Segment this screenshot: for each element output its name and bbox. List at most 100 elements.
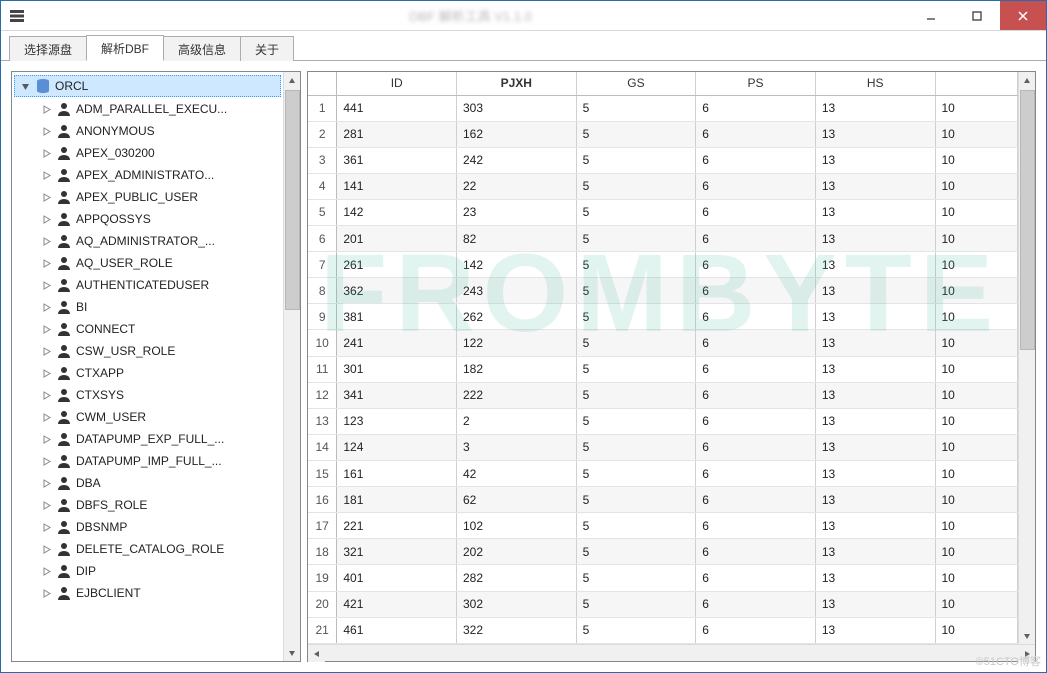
scroll-up-icon[interactable]: [1019, 72, 1035, 89]
cell[interactable]: 6: [696, 278, 816, 304]
cell[interactable]: 13: [815, 513, 935, 539]
chevron-right-icon[interactable]: [40, 169, 52, 181]
column-header[interactable]: ID: [337, 72, 457, 95]
cell[interactable]: 6: [696, 591, 816, 617]
chevron-right-icon[interactable]: [40, 301, 52, 313]
cell[interactable]: 302: [457, 591, 577, 617]
cell[interactable]: 6: [696, 173, 816, 199]
cell[interactable]: 10: [935, 382, 1018, 408]
cell[interactable]: 6: [696, 617, 816, 643]
cell[interactable]: 6: [696, 382, 816, 408]
chevron-right-icon[interactable]: [40, 499, 52, 511]
tree-vertical-scrollbar[interactable]: [283, 72, 300, 661]
cell[interactable]: 10: [935, 252, 1018, 278]
tree-item[interactable]: CONNECT: [12, 318, 283, 340]
cell[interactable]: 6: [696, 330, 816, 356]
cell[interactable]: 5: [576, 461, 696, 487]
scroll-down-icon[interactable]: [1019, 627, 1035, 644]
cell[interactable]: 5: [576, 226, 696, 252]
cell[interactable]: 6: [696, 121, 816, 147]
cell[interactable]: 42: [457, 461, 577, 487]
table-row[interactable]: 19401282561310: [308, 565, 1018, 591]
cell[interactable]: 6: [696, 434, 816, 460]
column-header[interactable]: HS: [815, 72, 935, 95]
cell[interactable]: 243: [457, 278, 577, 304]
cell[interactable]: 241: [337, 330, 457, 356]
data-grid[interactable]: IDPJXHGSPSHS1441303561310228116256131033…: [308, 72, 1018, 644]
cell[interactable]: 6: [696, 356, 816, 382]
tree-item[interactable]: CWM_USER: [12, 406, 283, 428]
cell[interactable]: 3: [457, 434, 577, 460]
table-row[interactable]: 12341222561310: [308, 382, 1018, 408]
cell[interactable]: 301: [337, 356, 457, 382]
table-row[interactable]: 2281162561310: [308, 121, 1018, 147]
cell[interactable]: 62: [457, 487, 577, 513]
tree-item[interactable]: AQ_USER_ROLE: [12, 252, 283, 274]
cell[interactable]: 5: [576, 513, 696, 539]
cell[interactable]: 122: [457, 330, 577, 356]
cell[interactable]: 5: [576, 539, 696, 565]
table-row[interactable]: 620182561310: [308, 226, 1018, 252]
table-row[interactable]: 1516142561310: [308, 461, 1018, 487]
chevron-right-icon[interactable]: [40, 433, 52, 445]
cell[interactable]: 10: [935, 617, 1018, 643]
cell[interactable]: 201: [337, 226, 457, 252]
cell[interactable]: 10: [935, 278, 1018, 304]
chevron-right-icon[interactable]: [40, 367, 52, 379]
cell[interactable]: 5: [576, 356, 696, 382]
table-row[interactable]: 414122561310: [308, 173, 1018, 199]
table-row[interactable]: 141243561310: [308, 434, 1018, 460]
tree-item[interactable]: DIP: [12, 560, 283, 582]
scroll-up-icon[interactable]: [284, 72, 300, 89]
cell[interactable]: 282: [457, 565, 577, 591]
cell[interactable]: 13: [815, 591, 935, 617]
cell[interactable]: 5: [576, 617, 696, 643]
chevron-right-icon[interactable]: [40, 389, 52, 401]
cell[interactable]: 10: [935, 121, 1018, 147]
cell[interactable]: 13: [815, 226, 935, 252]
cell[interactable]: 10: [935, 408, 1018, 434]
cell[interactable]: 5: [576, 565, 696, 591]
cell[interactable]: 5: [576, 591, 696, 617]
tab-0[interactable]: 选择源盘: [9, 36, 87, 61]
cell[interactable]: 13: [815, 434, 935, 460]
column-header[interactable]: PJXH: [457, 72, 577, 95]
cell[interactable]: 10: [935, 199, 1018, 225]
schema-tree[interactable]: ORCLADM_PARALLEL_EXECU...ANONYMOUSAPEX_0…: [12, 72, 283, 661]
cell[interactable]: 161: [337, 461, 457, 487]
cell[interactable]: 13: [815, 617, 935, 643]
chevron-right-icon[interactable]: [40, 235, 52, 247]
column-header[interactable]: PS: [696, 72, 816, 95]
tab-1[interactable]: 解析DBF: [86, 35, 164, 61]
cell[interactable]: 5: [576, 330, 696, 356]
chevron-right-icon[interactable]: [40, 103, 52, 115]
cell[interactable]: 322: [457, 617, 577, 643]
cell[interactable]: 13: [815, 539, 935, 565]
chevron-right-icon[interactable]: [40, 587, 52, 599]
cell[interactable]: 142: [457, 252, 577, 278]
scroll-thumb[interactable]: [1020, 90, 1035, 350]
table-row[interactable]: 21461322561310: [308, 617, 1018, 643]
cell[interactable]: 13: [815, 147, 935, 173]
tree-item[interactable]: DBSNMP: [12, 516, 283, 538]
titlebar[interactable]: DBF 解析工具 V1.1.0: [1, 1, 1046, 31]
cell[interactable]: 5: [576, 408, 696, 434]
table-row[interactable]: 1441303561310: [308, 95, 1018, 121]
tree-item[interactable]: APEX_030200: [12, 142, 283, 164]
cell[interactable]: 10: [935, 356, 1018, 382]
cell[interactable]: 13: [815, 356, 935, 382]
cell[interactable]: 421: [337, 591, 457, 617]
cell[interactable]: 10: [935, 513, 1018, 539]
chevron-right-icon[interactable]: [40, 279, 52, 291]
cell[interactable]: 6: [696, 461, 816, 487]
cell[interactable]: 10: [935, 95, 1018, 121]
table-row[interactable]: 10241122561310: [308, 330, 1018, 356]
cell[interactable]: 10: [935, 147, 1018, 173]
table-row[interactable]: 1618162561310: [308, 487, 1018, 513]
cell[interactable]: 13: [815, 304, 935, 330]
cell[interactable]: 5: [576, 147, 696, 173]
scroll-left-icon[interactable]: [308, 645, 325, 662]
cell[interactable]: 5: [576, 252, 696, 278]
cell[interactable]: 13: [815, 278, 935, 304]
cell[interactable]: 10: [935, 173, 1018, 199]
